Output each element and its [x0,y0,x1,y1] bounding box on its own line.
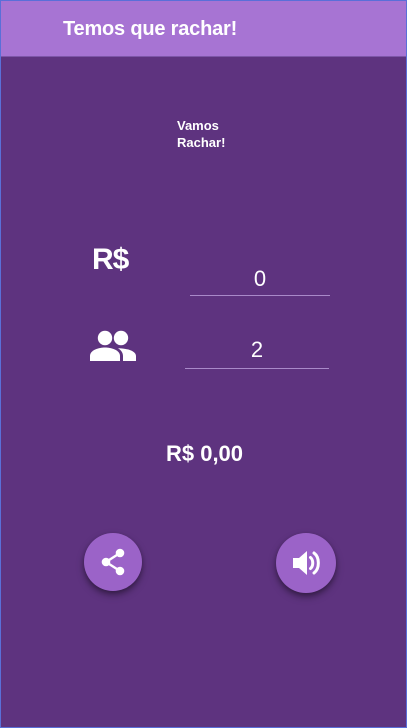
amount-input[interactable] [190,262,330,296]
subtitle-line-2: Rachar! [177,135,226,150]
subtitle: Vamos Rachar! [177,117,267,151]
people-count-input[interactable] [185,332,329,369]
app-bar: Temos que rachar! [1,1,406,57]
subtitle-line-1: Vamos [177,118,219,133]
app-screen: Temos que rachar! Vamos Rachar! R$ R$ 0,… [0,0,407,728]
currency-label: R$ [92,243,129,276]
app-title: Temos que rachar! [63,18,238,40]
share-icon [84,545,142,579]
total-per-person: R$ 0,00 [165,441,244,466]
people-icon [88,329,138,363]
share-button[interactable] [84,533,142,591]
volume-icon [276,545,336,581]
sound-button[interactable] [276,533,336,593]
